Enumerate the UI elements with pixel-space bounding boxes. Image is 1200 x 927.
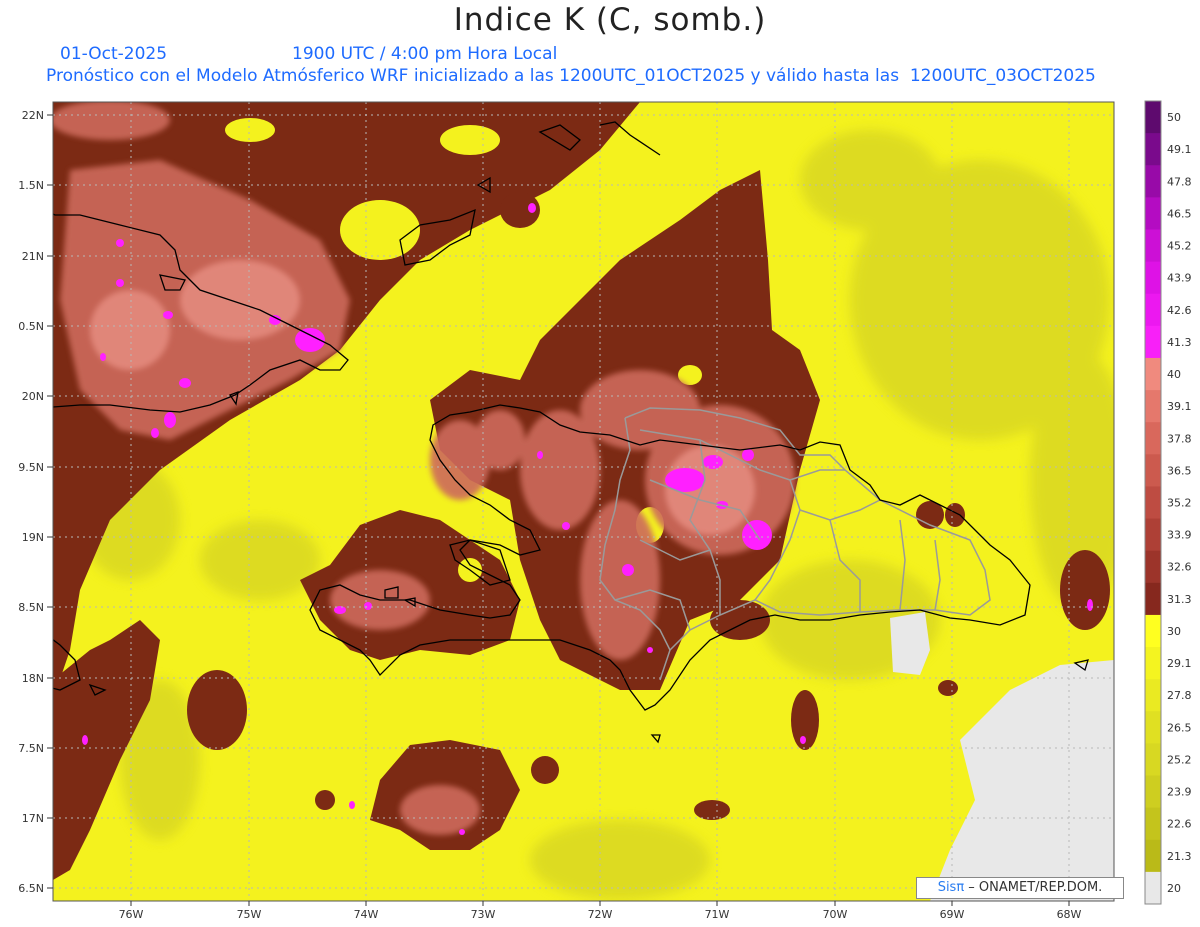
lon-label: 68W <box>1057 908 1082 921</box>
colorbar-swatch <box>1145 197 1161 230</box>
colorbar-label: 47.8 <box>1167 175 1192 188</box>
colorbar-label: 39.1 <box>1167 400 1192 413</box>
lon-label: 69W <box>940 908 965 921</box>
colorbar-swatch <box>1145 775 1161 809</box>
colorbar-swatch <box>1145 550 1161 584</box>
lon-label: 70W <box>823 908 848 921</box>
lat-label: 6.5N <box>18 882 44 895</box>
colorbar-label: 35.2 <box>1167 497 1192 510</box>
colorbar-label: 36.5 <box>1167 464 1192 477</box>
colorbar-swatch <box>1145 229 1161 263</box>
colorbar-swatch <box>1145 133 1161 166</box>
colorbar-label: 37.8 <box>1167 432 1192 445</box>
k-index-map: 22N 1.5N 21N 0.5N 20N 9.5N 19N 8.5N 18N … <box>18 100 1192 921</box>
colorbar-label: 25.2 <box>1167 753 1192 766</box>
colorbar-label: 26.5 <box>1167 721 1192 734</box>
colorbar-label: 40 <box>1167 368 1181 381</box>
lat-label: 1.5N <box>18 179 44 192</box>
colorbar-swatch <box>1145 390 1161 423</box>
colorbar-swatch <box>1145 486 1161 520</box>
colorbar-label: 22.6 <box>1167 818 1192 831</box>
colorbar-label: 30 <box>1167 625 1181 638</box>
colorbar-label: 49.1 <box>1167 143 1192 156</box>
colorbar-label: 50 <box>1167 111 1181 124</box>
lon-label: 75W <box>237 908 262 921</box>
lat-label: 8.5N <box>18 601 44 614</box>
colorbar-label: 20 <box>1167 882 1181 895</box>
colorbar-swatch <box>1145 807 1161 841</box>
colorbar-swatch <box>1145 518 1161 552</box>
colorbar-swatch <box>1145 101 1161 134</box>
map-field <box>53 102 1114 901</box>
colorbar-label: 27.8 <box>1167 689 1192 702</box>
colorbar-label: 32.6 <box>1167 561 1192 574</box>
colorbar-swatch <box>1145 582 1161 616</box>
colorbar-label: 42.6 <box>1167 304 1192 317</box>
colorbar-swatch <box>1145 293 1161 327</box>
lat-label: 22N <box>22 109 44 122</box>
lon-label: 72W <box>588 908 613 921</box>
colorbar-swatch <box>1145 679 1161 712</box>
colorbar-swatch <box>1145 871 1161 905</box>
credit-brand: Sisπ <box>937 880 965 895</box>
colorbar-swatch <box>1145 357 1161 391</box>
lat-label: 21N <box>22 250 44 263</box>
lon-label: 76W <box>119 908 144 921</box>
colorbar-swatch <box>1145 711 1161 744</box>
lat-label: 0.5N <box>18 320 44 333</box>
colorbar-swatch <box>1145 614 1161 648</box>
credit-box: Sisπ – ONAMET/REP.DOM. <box>916 877 1124 899</box>
colorbar-label: 23.9 <box>1167 786 1192 799</box>
colorbar-label: 31.3 <box>1167 593 1192 606</box>
colorbar-swatch <box>1145 647 1161 680</box>
lat-label: 9.5N <box>18 461 44 474</box>
colorbar-label: 43.9 <box>1167 272 1192 285</box>
colorbar-label: 45.2 <box>1167 240 1192 253</box>
colorbar-label: 21.3 <box>1167 850 1192 863</box>
colorbar-label: 29.1 <box>1167 657 1192 670</box>
credit-org: – ONAMET/REP.DOM. <box>964 880 1103 895</box>
lat-label: 19N <box>22 531 44 544</box>
lon-label: 73W <box>471 908 496 921</box>
colorbar-swatch <box>1145 165 1161 198</box>
colorbar-label: 33.9 <box>1167 529 1192 542</box>
lat-label: 17N <box>22 812 44 825</box>
colorbar-label: 41.3 <box>1167 336 1192 349</box>
lon-label: 71W <box>705 908 730 921</box>
lat-label: 7.5N <box>18 742 44 755</box>
colorbar-swatch <box>1145 325 1161 359</box>
colorbar: 50 49.1 47.8 46.5 45.2 43.9 42.6 41.3 40 39.1 37.8… <box>1144 100 1192 905</box>
colorbar-swatch <box>1145 454 1161 487</box>
lat-label: 20N <box>22 390 44 403</box>
colorbar-swatch <box>1145 743 1161 777</box>
colorbar-label: 46.5 <box>1167 207 1192 220</box>
colorbar-swatch <box>1145 261 1161 295</box>
lat-label: 18N <box>22 672 44 685</box>
colorbar-swatch <box>1145 839 1161 873</box>
lon-label: 74W <box>354 908 379 921</box>
colorbar-swatch <box>1145 422 1161 455</box>
